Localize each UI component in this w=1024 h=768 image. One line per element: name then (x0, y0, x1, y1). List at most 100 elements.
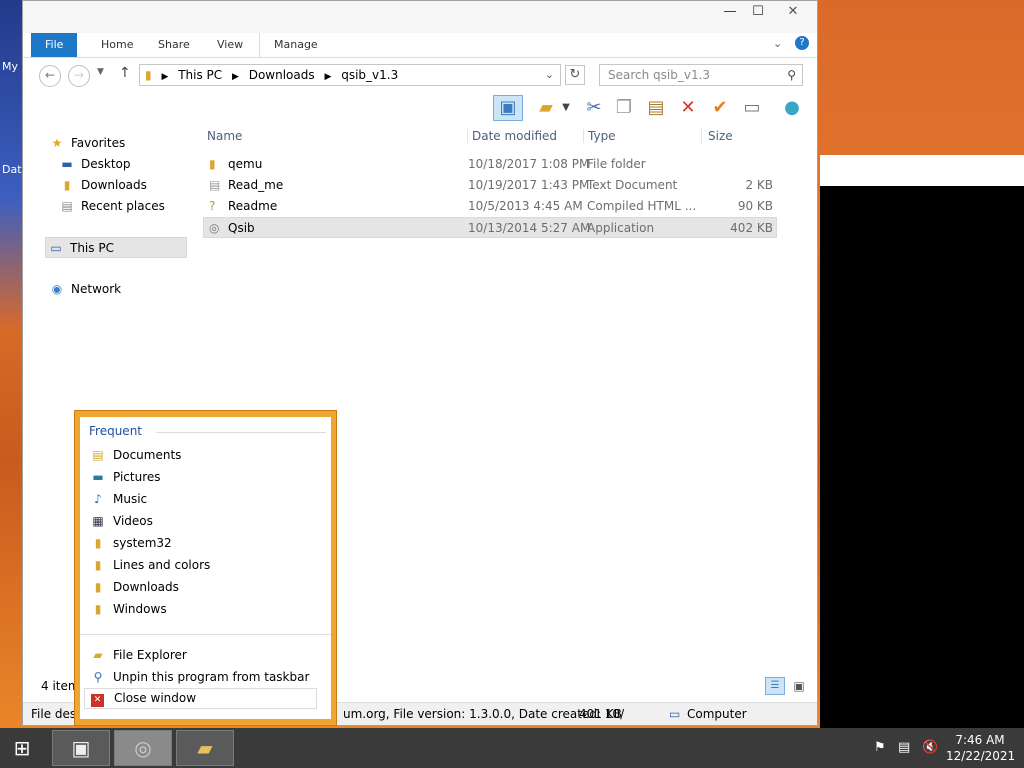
nav-this-pc[interactable]: ▭ This PC (45, 237, 187, 258)
pictures-icon: ▬ (92, 470, 104, 484)
videos-icon: ▦ (92, 514, 104, 528)
toolbar: ▣ ▰ ▼ ✂ ❐ ▤ ✕ ✔ ▭ ● (23, 91, 817, 125)
background-window-edge (820, 155, 1024, 186)
app-window-icon: ▣ (71, 736, 91, 760)
file-row[interactable]: ? Readme 10/5/2013 4:45 AM Compiled HTML… (203, 196, 777, 217)
close-button[interactable]: ✕ (773, 1, 813, 23)
tab-view[interactable]: View (203, 33, 257, 57)
nav-desktop[interactable]: ▬ Desktop (59, 154, 130, 174)
file-row-selected[interactable]: ◎ Qsib 10/13/2014 5:27 AM Application 40… (203, 217, 777, 238)
address-dropdown-icon[interactable]: ⌄ (545, 65, 554, 85)
taskbar-file-explorer[interactable]: ▰ (176, 730, 234, 766)
crumb-downloads[interactable]: Downloads (249, 68, 315, 82)
jump-item-videos[interactable]: ▦ Videos (90, 510, 153, 532)
folder-icon: ▮ (94, 536, 102, 550)
downloads-folder-icon: ▮ (63, 178, 71, 192)
jump-item-system32[interactable]: ▮ system32 (90, 532, 172, 554)
column-size[interactable]: Size (701, 129, 733, 143)
title-bar: — ☐ ✕ (23, 1, 817, 33)
action-center-icon[interactable]: ⚑ (874, 740, 886, 755)
details-view-icon[interactable]: ☰ (765, 677, 785, 695)
desktop-icon-dat[interactable]: Dat (2, 163, 22, 176)
desktop-icon-my[interactable]: My (2, 60, 18, 73)
tab-manage[interactable]: Manage (259, 33, 332, 57)
folder-icon: ▮ (94, 558, 102, 572)
help-icon[interactable]: ? (795, 36, 809, 50)
jump-item-windows[interactable]: ▮ Windows (90, 598, 167, 620)
tab-file[interactable]: File (31, 33, 78, 57)
nav-downloads[interactable]: ▮ Downloads (59, 175, 147, 195)
cut-icon[interactable]: ✂ (581, 95, 607, 121)
large-icons-view-icon[interactable]: ▣ (789, 677, 809, 695)
jump-task-unpin[interactable]: ⚲ Unpin this program from taskbar (90, 666, 310, 688)
copy-icon[interactable]: ❐ (611, 95, 637, 121)
folder-icon: ▮ (145, 68, 152, 82)
shell-icon[interactable]: ● (779, 95, 805, 121)
taskbar-app-1[interactable]: ▣ (52, 730, 110, 766)
taskbar-app-qsib[interactable]: ◎ (114, 730, 172, 766)
preview-pane-icon[interactable]: ▣ (493, 95, 523, 121)
address-bar[interactable]: ▮ ▶ This PC ▶ Downloads ▶ qsib_v1.3 ⌄ (139, 64, 561, 86)
background-window (820, 186, 1024, 728)
search-input[interactable]: Search qsib_v1.3 ⚲ (599, 64, 803, 86)
file-row[interactable]: ▤ Read_me 10/19/2017 1:43 PM Text Docume… (203, 175, 777, 196)
chevron-down-icon[interactable]: ⌄ (773, 37, 782, 50)
nav-favorites[interactable]: ★ Favorites (49, 133, 126, 153)
recent-locations-icon[interactable]: ▼ (97, 67, 104, 77)
tab-home[interactable]: Home (87, 33, 147, 57)
back-button[interactable]: ← (39, 65, 61, 87)
column-type[interactable]: Type (583, 129, 616, 143)
file-explorer-icon: ▰ (197, 736, 213, 760)
jump-task-close-window[interactable]: ✕ Close window (84, 688, 317, 709)
file-explorer-icon: ▰ (93, 648, 103, 662)
start-button[interactable]: ⊞ (8, 736, 36, 760)
downloads-folder-icon: ▮ (94, 580, 102, 594)
jump-item-downloads[interactable]: ▮ Downloads (90, 576, 179, 598)
help-file-icon: ? (209, 199, 216, 213)
disc-icon: ◎ (134, 736, 152, 760)
jump-list-header: Frequent (89, 424, 142, 438)
jump-item-pictures[interactable]: ▬ Pictures (90, 466, 160, 488)
computer-icon: ▭ (669, 707, 681, 721)
tab-share[interactable]: Share (144, 33, 204, 57)
paste-icon[interactable]: ▤ (643, 95, 669, 121)
documents-icon: ▤ (92, 448, 104, 462)
star-icon: ★ (51, 136, 63, 150)
refresh-icon[interactable]: ↻ (565, 65, 585, 85)
checkmark-icon[interactable]: ✔ (707, 95, 733, 121)
jump-task-file-explorer[interactable]: ▰ File Explorer (90, 644, 186, 666)
folder-icon: ▮ (209, 157, 216, 171)
crumb-qsib[interactable]: qsib_v1.3 (341, 68, 398, 82)
jump-item-lines-and-colors[interactable]: ▮ Lines and colors (90, 554, 211, 576)
address-row: ← → ▼ ↑ ▮ ▶ This PC ▶ Downloads ▶ qsib_v… (23, 61, 817, 89)
folder-options-icon[interactable]: ▰ (533, 95, 559, 121)
text-document-icon: ▤ (209, 178, 221, 192)
jump-item-documents[interactable]: ▤ Documents (90, 444, 181, 466)
application-icon: ◎ (209, 221, 220, 235)
nav-network[interactable]: ◉ Network (49, 279, 121, 299)
properties-icon[interactable]: ▭ (739, 95, 765, 121)
computer-icon: ▭ (50, 241, 62, 255)
jump-list: Frequent ▤ Documents ▬ Pictures ♪ Music ▦ Vi… (74, 410, 337, 726)
close-icon: ✕ (91, 694, 104, 707)
jump-item-music[interactable]: ♪ Music (90, 488, 147, 510)
desktop-icon: ▬ (61, 157, 73, 171)
dropdown-icon[interactable]: ▼ (559, 95, 573, 121)
ribbon-tabs: File Home Share View Manage ⌄ ? (23, 33, 817, 58)
nav-recent-places[interactable]: ▤ Recent places (59, 196, 165, 216)
up-icon[interactable]: ↑ (119, 65, 131, 81)
file-row[interactable]: ▮ qemu 10/18/2017 1:08 PM File folder (203, 154, 777, 175)
pin-icon: ⚲ (93, 670, 103, 684)
maximize-button[interactable]: ☐ (745, 1, 771, 23)
forward-button[interactable]: → (68, 65, 90, 87)
minimize-button[interactable]: — (717, 1, 743, 23)
network-status-icon[interactable]: ▤ (898, 740, 910, 755)
delete-icon[interactable]: ✕ (675, 95, 701, 121)
column-name[interactable]: Name (207, 129, 242, 143)
recent-places-icon: ▤ (61, 199, 73, 213)
column-date-modified[interactable]: Date modified (467, 129, 557, 143)
crumb-this-pc[interactable]: This PC (178, 68, 222, 82)
volume-muted-icon[interactable]: 🔇 (922, 740, 938, 755)
search-icon: ⚲ (787, 68, 796, 82)
clock[interactable]: 7:46 AM 12/22/2021 (946, 732, 1015, 764)
